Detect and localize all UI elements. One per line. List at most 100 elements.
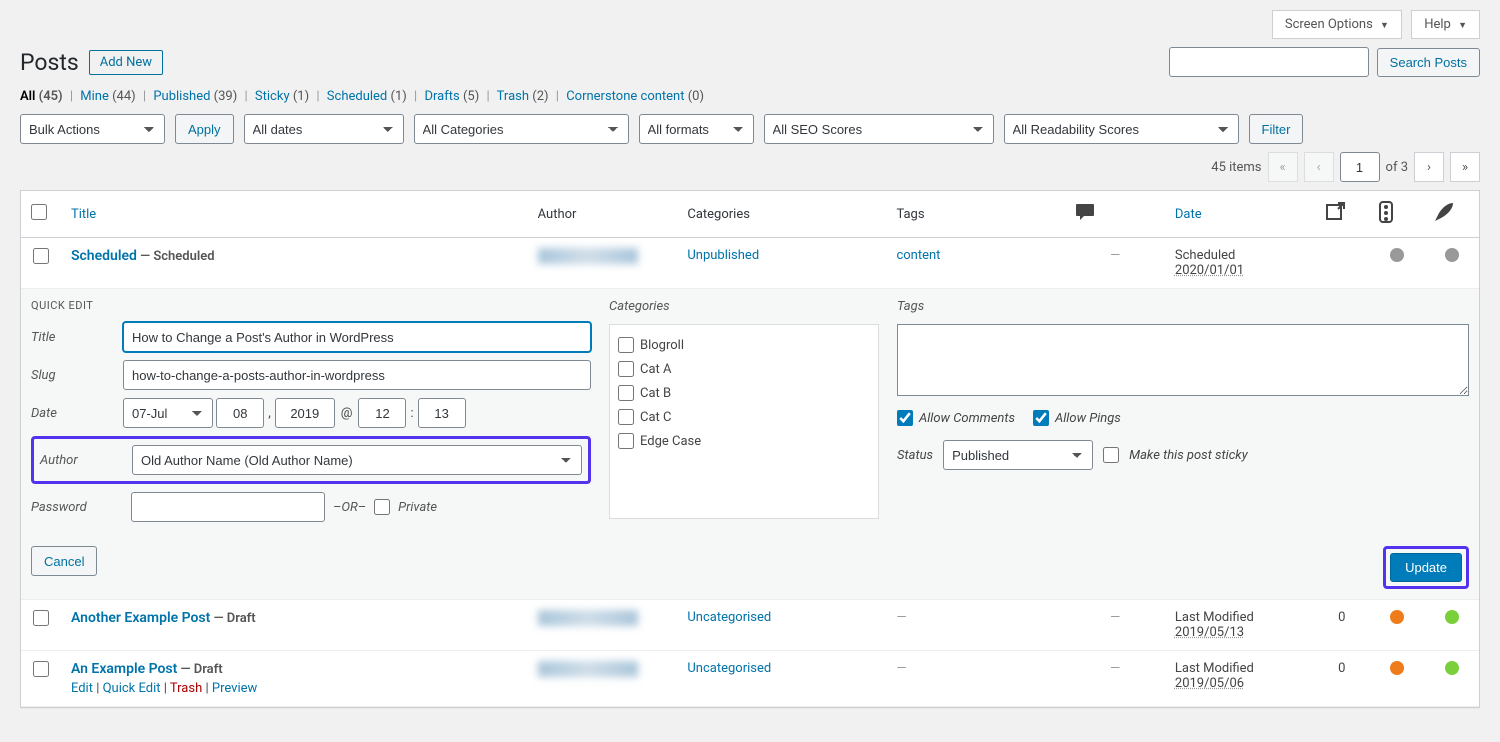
category-link[interactable]: Uncategorised [687, 610, 771, 625]
post-title-link[interactable]: An Example Post [71, 661, 177, 677]
private-checkbox[interactable] [374, 499, 390, 515]
chevron-down-icon: ▼ [1380, 21, 1389, 31]
date-value: 2020/01/01 [1175, 263, 1304, 278]
dates-filter-select[interactable]: All dates [244, 114, 404, 144]
quick-edit-link[interactable]: Quick Edit [103, 681, 161, 696]
next-page-button[interactable]: › [1414, 152, 1444, 182]
date-label: Date [31, 406, 123, 421]
sticky-checkbox[interactable] [1103, 447, 1119, 463]
author-select[interactable]: Old Author Name (Old Author Name) [132, 445, 582, 475]
minute-input[interactable] [418, 398, 466, 428]
row-checkbox[interactable] [33, 661, 49, 677]
author-link[interactable] [538, 661, 638, 677]
filter-mine[interactable]: Mine (44) [80, 89, 135, 104]
date-value: 2019/05/13 [1175, 625, 1304, 640]
col-date[interactable]: Date [1175, 207, 1202, 222]
seo-score-dot [1390, 248, 1404, 262]
category-option[interactable]: Cat C [618, 405, 870, 429]
table-row: Another Example Post — Draft Uncategoris… [21, 600, 1479, 651]
category-option[interactable]: Cat B [618, 381, 870, 405]
author-link[interactable] [538, 248, 638, 264]
quick-edit-legend: Quick Edit [31, 299, 591, 312]
traffic-light-icon [1379, 201, 1393, 223]
category-link[interactable]: Uncategorised [687, 661, 771, 676]
title-input[interactable] [123, 322, 591, 352]
seo-score-dot [1390, 610, 1404, 624]
trash-link[interactable]: Trash [170, 681, 202, 696]
bulk-actions-select[interactable]: Bulk Actions [20, 114, 165, 144]
category-option[interactable]: Cat A [618, 357, 870, 381]
filter-trash[interactable]: Trash (2) [497, 89, 549, 104]
row-checkbox[interactable] [33, 248, 49, 264]
categories-filter-select[interactable]: All Categories [414, 114, 629, 144]
tags-empty: — [896, 610, 906, 625]
col-seo[interactable] [1369, 191, 1424, 238]
author-link[interactable] [538, 610, 638, 626]
col-readability[interactable] [1424, 191, 1479, 238]
filter-sticky[interactable]: Sticky (1) [255, 89, 309, 104]
cancel-button[interactable]: Cancel [31, 546, 97, 576]
select-all-checkbox[interactable] [31, 204, 47, 220]
category-link[interactable]: Unpublished [687, 248, 759, 263]
allow-pings-checkbox[interactable] [1033, 410, 1049, 426]
formats-filter-select[interactable]: All formats [639, 114, 754, 144]
category-option[interactable]: Edge Case [618, 429, 870, 453]
table-row: An Example Post — Draft Edit | Quick Edi… [21, 651, 1479, 707]
tags-empty: — [896, 661, 906, 676]
filter-published[interactable]: Published (39) [153, 89, 237, 104]
password-label: Password [31, 500, 123, 515]
status-select[interactable]: Published [943, 440, 1093, 470]
month-select[interactable]: 07-Jul [123, 398, 213, 428]
update-button[interactable]: Update [1390, 553, 1462, 582]
filter-drafts[interactable]: Drafts (5) [424, 89, 479, 104]
filter-button[interactable]: Filter [1249, 114, 1304, 144]
slug-input[interactable] [123, 360, 591, 390]
title-label: Title [31, 330, 123, 345]
filter-all[interactable]: All (45) [20, 89, 63, 104]
post-title-link[interactable]: Another Example Post [71, 610, 210, 626]
current-page-input[interactable] [1340, 152, 1380, 182]
year-input[interactable] [275, 398, 335, 428]
quick-edit-row: Quick Edit Title Slug Date [21, 289, 1479, 600]
preview-link[interactable]: Preview [212, 681, 257, 696]
readability-score-dot [1445, 248, 1459, 262]
seo-filter-select[interactable]: All SEO Scores [764, 114, 994, 144]
categories-list[interactable]: Blogroll Cat A Cat B Cat C Edge Case [609, 324, 879, 519]
allow-pings-label[interactable]: Allow Pings [1033, 410, 1121, 426]
page-title: Posts [20, 49, 79, 76]
hour-input[interactable] [358, 398, 406, 428]
tag-link[interactable]: content [896, 248, 940, 263]
post-state: — Draft [177, 662, 222, 677]
allow-comments-checkbox[interactable] [897, 410, 913, 426]
help-button[interactable]: Help ▼ [1411, 10, 1480, 39]
last-page-button[interactable]: » [1450, 152, 1480, 182]
seo-score-dot [1390, 661, 1404, 675]
prev-page-button: ‹ [1304, 152, 1334, 182]
screen-options-button[interactable]: Screen Options ▼ [1272, 10, 1402, 39]
apply-button[interactable]: Apply [175, 114, 234, 144]
col-incoming-links[interactable] [1314, 191, 1369, 238]
category-option[interactable]: Blogroll [618, 333, 870, 357]
add-new-button[interactable]: Add New [89, 50, 163, 75]
day-input[interactable] [216, 398, 264, 428]
post-title-link[interactable]: Scheduled [71, 248, 137, 264]
allow-comments-label[interactable]: Allow Comments [897, 410, 1015, 426]
author-label: Author [40, 453, 132, 468]
col-title[interactable]: Title [71, 207, 96, 222]
password-input[interactable] [131, 492, 325, 522]
or-label: –OR– [333, 500, 366, 515]
filter-cornerstone[interactable]: Cornerstone content (0) [566, 89, 704, 104]
search-posts-button[interactable]: Search Posts [1377, 48, 1480, 77]
first-page-button: « [1268, 152, 1298, 182]
row-checkbox[interactable] [33, 610, 49, 626]
edit-link[interactable]: Edit [71, 681, 93, 696]
tags-textarea[interactable] [897, 324, 1469, 396]
search-input[interactable] [1169, 47, 1369, 77]
readability-filter-select[interactable]: All Readability Scores [1004, 114, 1239, 144]
table-header-row: Title Author Categories Tags Date [21, 191, 1479, 238]
filter-scheduled[interactable]: Scheduled (1) [327, 89, 407, 104]
tags-legend: Tags [897, 299, 1469, 314]
comments-count: — [1110, 610, 1120, 625]
col-comments[interactable] [1065, 191, 1164, 238]
categories-legend: Categories [609, 299, 879, 314]
